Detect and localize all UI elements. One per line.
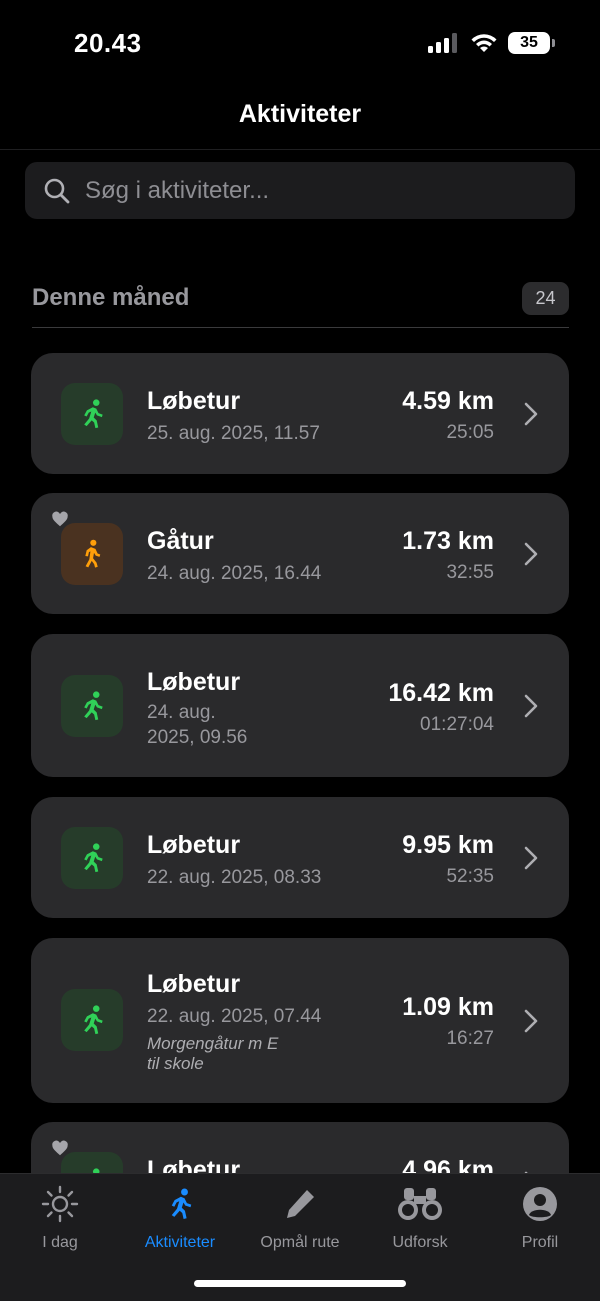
activity-duration: 16:27 — [446, 1028, 494, 1049]
runner-icon — [171, 1188, 192, 1219]
status-bar: 20.43 35 — [0, 0, 600, 90]
running-activity-icon — [61, 989, 123, 1051]
nav-divider — [0, 149, 600, 150]
activity-title: Gåtur — [147, 527, 214, 555]
tab-label: I dag — [42, 1234, 78, 1251]
tab-label: Profil — [521, 1234, 559, 1251]
activity-title: Løbetur — [147, 387, 241, 415]
activity-card[interactable]: Løbetur 25. aug. 2025, 11.57 4.59 km 25:… — [31, 353, 569, 474]
activity-card[interactable]: Løbetur 22. aug. 2025, 07.44 Morgengåtur… — [31, 938, 569, 1103]
running-activity-icon — [61, 827, 123, 889]
chevron-right-icon — [524, 402, 538, 426]
activity-date-line2: 2025, 09.56 — [147, 727, 248, 748]
activity-title: Løbetur — [147, 831, 241, 859]
tab-i-dag[interactable]: I dag — [0, 1184, 120, 1252]
walking-activity-icon — [61, 523, 123, 585]
person-circle-icon — [523, 1187, 557, 1221]
home-indicator — [194, 1280, 406, 1287]
section-count-badge: 24 — [522, 282, 569, 315]
activity-date-line1: 24. aug. — [147, 702, 216, 723]
section-header: Denne måned 24 — [32, 282, 569, 328]
pencil-icon — [287, 1190, 314, 1218]
tab-aktiviteter[interactable]: Aktiviteter — [120, 1184, 240, 1252]
activity-distance: 1.09 km — [402, 993, 494, 1021]
activity-date: 22. aug. 2025, 08.33 — [147, 867, 322, 888]
activity-card[interactable]: Løbetur 22. aug. 2025, 08.33 9.95 km 52:… — [31, 797, 569, 918]
tab-udforsk[interactable]: Udforsk — [360, 1184, 480, 1252]
battery-indicator: 35 — [508, 32, 555, 54]
activity-title: Løbetur — [147, 668, 241, 696]
activity-note-line2: til skole — [147, 1054, 204, 1073]
binoculars-icon — [398, 1188, 442, 1220]
search-bar[interactable] — [25, 162, 575, 219]
sun-icon — [41, 1185, 79, 1223]
activity-date: 22. aug. 2025, 07.44 — [147, 1006, 322, 1027]
activity-card[interactable]: Gåtur 24. aug. 2025, 16.44 1.73 km 32:55 — [31, 493, 569, 614]
page-title: Aktiviteter — [238, 100, 362, 128]
chevron-right-icon — [524, 694, 538, 718]
activity-card[interactable]: Løbetur 24. aug. 2025, 09.56 16.42 km 01… — [31, 634, 569, 777]
activity-duration: 25:05 — [446, 422, 494, 443]
activity-distance: 1.73 km — [402, 527, 494, 555]
chevron-right-icon — [524, 1009, 538, 1033]
search-input[interactable] — [85, 176, 545, 205]
running-activity-icon — [61, 383, 123, 445]
activity-date: 24. aug. 2025, 16.44 — [147, 563, 322, 584]
activity-distance: 4.59 km — [402, 387, 494, 415]
activity-date: 25. aug. 2025, 11.57 — [147, 423, 320, 444]
tab-opmaal-rute[interactable]: Opmål rute — [240, 1184, 360, 1252]
activity-distance: 9.95 km — [402, 831, 494, 859]
activity-note-line1: Morgengåtur m E — [147, 1034, 279, 1053]
status-time: 20.43 — [74, 28, 142, 58]
activity-duration: 01:27:04 — [420, 714, 494, 735]
activity-duration: 32:55 — [446, 562, 494, 583]
activity-duration: 52:35 — [446, 866, 494, 887]
activity-distance: 16.42 km — [388, 679, 494, 707]
activity-title: Løbetur — [147, 970, 241, 998]
tab-profil[interactable]: Profil — [480, 1184, 600, 1252]
cellular-signal-icon — [428, 33, 457, 53]
tab-label: Aktiviteter — [144, 1234, 216, 1251]
search-icon — [44, 178, 70, 203]
section-title: Denne måned — [32, 284, 190, 311]
chevron-right-icon — [524, 846, 538, 870]
wifi-icon — [471, 34, 497, 52]
running-activity-icon — [61, 675, 123, 737]
status-icons: 35 — [428, 32, 555, 54]
tab-label: Udforsk — [392, 1234, 448, 1251]
chevron-right-icon — [524, 542, 538, 566]
tab-label: Opmål rute — [260, 1234, 340, 1251]
